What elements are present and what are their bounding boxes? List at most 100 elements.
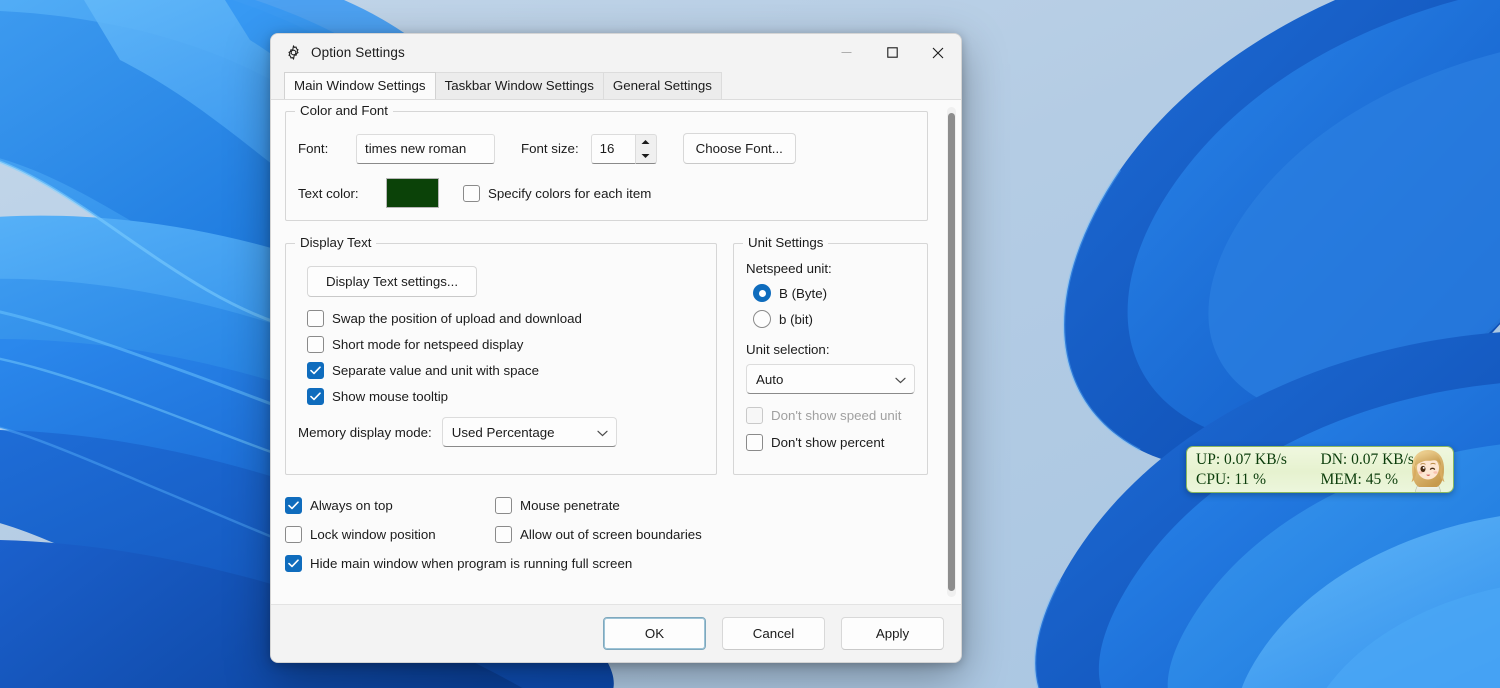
- dialog-footer: OK Cancel Apply: [271, 604, 961, 662]
- always-on-top-checkbox[interactable]: Always on top: [285, 497, 495, 514]
- checkbox-box: [463, 184, 480, 202]
- apply-label: Apply: [875, 626, 910, 641]
- option-label: Hide main window when program is running…: [310, 556, 633, 571]
- option-label: Lock window position: [310, 527, 436, 542]
- cancel-button[interactable]: Cancel: [722, 617, 825, 650]
- middle-section: Display Text Display Text settings... Sw…: [285, 235, 928, 475]
- hide-main-window-fullscreen-checkbox[interactable]: Hide main window when program is running…: [285, 555, 928, 572]
- tab-taskbar-window-settings[interactable]: Taskbar Window Settings: [434, 72, 604, 99]
- tab-main-window-settings[interactable]: Main Window Settings: [284, 72, 436, 99]
- checkbox-box: [307, 388, 324, 405]
- checkbox-box: [285, 497, 302, 514]
- apply-button[interactable]: Apply: [841, 617, 944, 650]
- tab-label: Main Window Settings: [294, 78, 426, 93]
- group-legend: Display Text: [295, 235, 377, 250]
- memory-display-mode-select[interactable]: Used Percentage: [441, 417, 617, 447]
- bottom-options-row-1: Always on top Mouse penetrate: [285, 497, 928, 514]
- anime-girl-avatar-icon: [1404, 447, 1452, 492]
- font-size-label: Font size:: [521, 141, 579, 156]
- display-text-group: Display Text Display Text settings... Sw…: [285, 235, 717, 475]
- checkbox-box: [746, 434, 763, 451]
- option-label: Show mouse tooltip: [332, 389, 449, 404]
- radio-label: B (Byte): [779, 285, 828, 301]
- bottom-options-row-2: Lock window position Allow out of screen…: [285, 526, 928, 543]
- memory-mode-label: Memory display mode:: [298, 424, 432, 440]
- option-label: Don't show speed unit: [771, 408, 902, 423]
- settings-pane: Color and Font Font: times new roman Fon…: [271, 99, 961, 604]
- allow-out-of-screen-checkbox[interactable]: Allow out of screen boundaries: [495, 526, 702, 543]
- checkbox-box: [495, 497, 512, 514]
- font-size-value: 16: [590, 133, 635, 164]
- show-mouse-tooltip-checkbox[interactable]: Show mouse tooltip: [307, 388, 704, 405]
- font-size-stepper[interactable]: 16: [590, 133, 657, 164]
- option-label: Swap the position of upload and download: [332, 311, 582, 326]
- group-legend: Color and Font: [295, 103, 393, 118]
- tab-strip: Main Window Settings Taskbar Window Sett…: [271, 71, 961, 99]
- spinner-up-icon[interactable]: [636, 135, 656, 149]
- option-label: Don't show percent: [771, 435, 885, 450]
- window-controls: [823, 34, 961, 71]
- tab-label: Taskbar Window Settings: [444, 78, 594, 93]
- short-mode-checkbox[interactable]: Short mode for netspeed display: [307, 336, 704, 353]
- option-settings-window: Option Settings Main Window Settings Tas…: [270, 33, 962, 663]
- dont-show-percent-checkbox[interactable]: Don't show percent: [746, 434, 915, 451]
- choose-font-button[interactable]: Choose Font...: [682, 133, 796, 164]
- netspeed-unit-label: Netspeed unit:: [746, 261, 832, 276]
- swap-upload-download-checkbox[interactable]: Swap the position of upload and download: [307, 310, 704, 327]
- unit-selection-label: Unit selection:: [746, 342, 830, 357]
- display-text-options: Swap the position of upload and download…: [307, 310, 704, 405]
- radio-box: [753, 284, 771, 302]
- unit-selection-select[interactable]: Auto: [746, 364, 915, 394]
- font-name-value: times new roman: [365, 141, 467, 156]
- text-color-row: Text color: Specify colors for each item: [298, 178, 915, 208]
- display-text-settings-label: Display Text settings...: [325, 274, 459, 289]
- checkbox-box: [746, 407, 763, 424]
- minimize-icon[interactable]: [823, 34, 869, 71]
- radio-bit[interactable]: b (bit): [753, 310, 915, 328]
- spinner-down-icon[interactable]: [636, 149, 656, 163]
- scrollbar-thumb[interactable]: [948, 113, 955, 591]
- radio-label: b (bit): [779, 311, 813, 327]
- lock-window-position-checkbox[interactable]: Lock window position: [285, 526, 495, 543]
- title-bar-left: Option Settings: [271, 44, 405, 61]
- chevron-down-icon: [597, 425, 608, 440]
- display-text-settings-button[interactable]: Display Text settings...: [307, 266, 477, 297]
- radio-byte[interactable]: B (Byte): [753, 284, 915, 302]
- netspeed-unit-radios: B (Byte) b (bit): [753, 284, 915, 328]
- radio-box: [753, 310, 771, 328]
- upload-speed-value: UP: 0.07 KB/s: [1196, 450, 1287, 468]
- color-and-font-group: Color and Font Font: times new roman Fon…: [285, 103, 928, 221]
- separate-value-unit-checkbox[interactable]: Separate value and unit with space: [307, 362, 704, 379]
- vertical-scrollbar[interactable]: [942, 100, 961, 604]
- mouse-penetrate-checkbox[interactable]: Mouse penetrate: [495, 497, 620, 514]
- cancel-label: Cancel: [752, 626, 795, 641]
- font-row: Font: times new roman Font size: 16 Choo…: [298, 133, 915, 164]
- ok-button[interactable]: OK: [603, 617, 706, 650]
- memory-mode-row: Memory display mode: Used Percentage: [298, 417, 704, 447]
- checkbox-box: [307, 310, 324, 327]
- close-icon[interactable]: [915, 34, 961, 71]
- option-label: Always on top: [310, 498, 393, 513]
- option-label: Short mode for netspeed display: [332, 337, 524, 352]
- window-title: Option Settings: [311, 45, 405, 60]
- checkbox-box: [307, 362, 324, 379]
- dont-show-speed-unit-checkbox: Don't show speed unit: [746, 407, 915, 424]
- text-color-swatch[interactable]: [386, 178, 439, 208]
- specify-colors-label: Specify colors for each item: [488, 185, 652, 201]
- font-size-spin-buttons: [634, 133, 657, 164]
- title-bar[interactable]: Option Settings: [271, 34, 961, 71]
- text-color-label: Text color:: [298, 185, 359, 201]
- option-label: Separate value and unit with space: [332, 363, 539, 378]
- ok-label: OK: [644, 626, 665, 641]
- tab-general-settings[interactable]: General Settings: [602, 72, 722, 99]
- specify-colors-checkbox[interactable]: Specify colors for each item: [463, 184, 652, 202]
- gear-icon: [285, 44, 302, 61]
- settings-content: Color and Font Font: times new roman Fon…: [271, 100, 942, 604]
- netspeed-floating-widget[interactable]: UP: 0.07 KB/s DN: 0.07 KB/s CPU: 11 % ME…: [1186, 446, 1454, 493]
- font-name-input[interactable]: times new roman: [356, 133, 495, 164]
- scrollbar-track[interactable]: [947, 107, 956, 597]
- option-label: Mouse penetrate: [520, 498, 620, 513]
- maximize-icon[interactable]: [869, 34, 915, 71]
- unit-settings-group: Unit Settings Netspeed unit: B (Byte) b …: [733, 235, 928, 475]
- memory-mode-value: Used Percentage: [451, 424, 555, 440]
